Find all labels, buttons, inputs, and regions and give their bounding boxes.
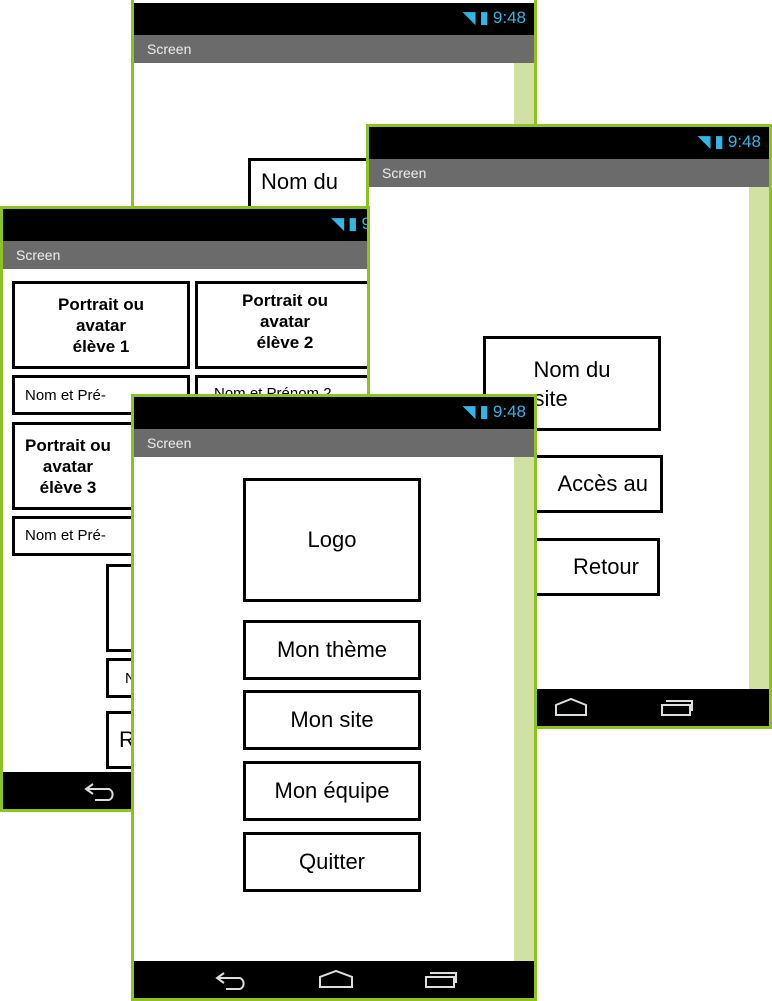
logo-box: Logo bbox=[243, 478, 421, 602]
recent-apps-icon[interactable] bbox=[660, 697, 694, 717]
battery-charging-icon: ▮ bbox=[714, 132, 724, 151]
battery-charging-icon: ▮ bbox=[479, 402, 489, 421]
recent-apps-icon[interactable] bbox=[424, 969, 458, 989]
status-time: 9:48 bbox=[492, 402, 526, 421]
title-bar: Screen bbox=[134, 35, 534, 63]
home-icon[interactable] bbox=[318, 969, 354, 989]
wifi-icon: ◥ bbox=[462, 402, 476, 421]
wifi-icon: ◥ bbox=[697, 132, 711, 151]
status-time: 9 bbox=[362, 214, 367, 234]
my-theme-button[interactable]: Mon thème bbox=[243, 620, 421, 680]
title-bar: Screen bbox=[134, 429, 534, 457]
nav-bar bbox=[134, 961, 534, 998]
title-bar: Screen bbox=[369, 159, 769, 187]
status-bar: ◥ ▮ 9:48 bbox=[369, 127, 769, 159]
quit-button[interactable]: Quitter bbox=[243, 832, 421, 892]
home-icon[interactable] bbox=[554, 697, 588, 717]
scrollbar[interactable] bbox=[749, 187, 769, 689]
battery-charging-icon: ▮ bbox=[348, 214, 358, 233]
title-bar: Screen bbox=[3, 241, 367, 269]
back-icon[interactable] bbox=[83, 780, 119, 802]
portrait-box-1: Portrait ou avatar élève 1 bbox=[12, 281, 190, 369]
status-time: 9:48 bbox=[492, 8, 526, 27]
phone-screen-d: ◥ ▮ 9:48 Screen Logo Mon thème Mon site Mo… bbox=[131, 394, 537, 1001]
status-bar: ◥ ▮ 9:48 bbox=[134, 397, 534, 429]
status-bar: ◥▮9 bbox=[3, 209, 367, 241]
my-team-button[interactable]: Mon équipe bbox=[243, 761, 421, 821]
status-time: 9:48 bbox=[727, 132, 761, 151]
wifi-icon: ◥ bbox=[462, 8, 476, 27]
battery-charging-icon: ▮ bbox=[479, 8, 489, 27]
my-site-button[interactable]: Mon site bbox=[243, 690, 421, 750]
scrollbar[interactable] bbox=[514, 457, 534, 961]
status-bar: ◥ ▮ 9:48 bbox=[134, 3, 534, 35]
back-icon[interactable] bbox=[214, 969, 250, 991]
wifi-icon: ◥ bbox=[331, 214, 345, 233]
portrait-box-2: Portrait ou avatar élève 2 bbox=[195, 281, 367, 369]
